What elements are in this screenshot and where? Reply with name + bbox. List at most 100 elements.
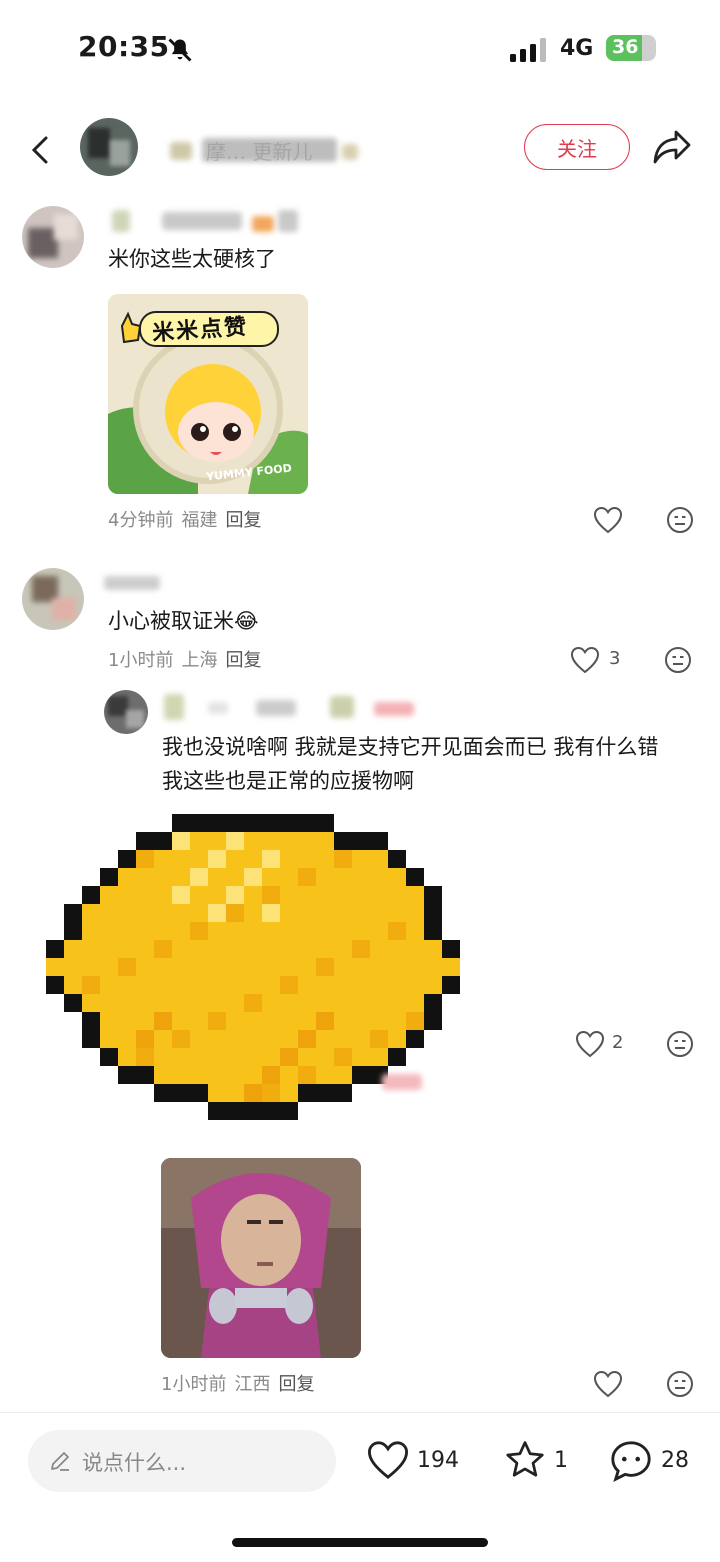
follow-button[interactable]: 关注 [524, 124, 630, 170]
home-indicator[interactable] [232, 1538, 488, 1547]
lemon-pixel [118, 904, 136, 922]
lemon-pixel [298, 1030, 316, 1048]
lemon-pixel [370, 1012, 388, 1030]
lemon-pixel [424, 994, 442, 1012]
like-count: 2 [612, 1032, 624, 1053]
lemon-pixel [406, 958, 424, 976]
lemon-pixel [136, 940, 154, 958]
lemon-pixel [190, 850, 208, 868]
lemon-pixel [244, 1048, 262, 1066]
lemon-pixel [208, 850, 226, 868]
meme-image[interactable] [161, 1158, 361, 1358]
dislike-icon[interactable] [666, 506, 694, 538]
commenter-avatar[interactable] [22, 568, 84, 630]
lemon-pixel [190, 1084, 208, 1102]
dislike-icon[interactable] [666, 1030, 694, 1062]
lemon-pixel [280, 1084, 298, 1102]
lemon-pixel [406, 1012, 424, 1030]
lemon-pixel [82, 940, 100, 958]
dislike-icon[interactable] [664, 646, 692, 678]
lemon-pixel [280, 994, 298, 1012]
lemon-pixel [46, 940, 64, 958]
lemon-pixel [406, 904, 424, 922]
comment-location: 江西 [234, 1374, 271, 1395]
lemon-pixel [208, 814, 226, 832]
lemon-pixel [316, 940, 334, 958]
lemon-pixel [262, 1030, 280, 1048]
lemon-pixel [208, 994, 226, 1012]
lemon-pixel [190, 994, 208, 1012]
lemon-pixel [388, 850, 406, 868]
lemon-pixel [388, 940, 406, 958]
signal-icon [510, 38, 548, 66]
lemon-pixel [208, 868, 226, 886]
lemon-pixel [172, 994, 190, 1012]
back-icon[interactable] [28, 132, 52, 173]
lemon-pixel [190, 922, 208, 940]
commenter-name-blurred[interactable] [112, 208, 302, 234]
lemon-pixel [118, 850, 136, 868]
lemon-pixel [316, 994, 334, 1012]
author-avatar[interactable] [80, 118, 138, 176]
like-icon[interactable] [575, 1030, 605, 1062]
replier-avatar[interactable] [104, 690, 148, 734]
lemon-pixel [82, 886, 100, 904]
lemon-pixel [118, 994, 136, 1012]
lemon-pixel [118, 940, 136, 958]
comment-icon[interactable] [608, 1438, 654, 1488]
author-name-blurred[interactable]: 摩… 更新儿 [170, 134, 360, 164]
replier-name-blurred[interactable] [160, 692, 430, 722]
reply-button[interactable]: 回复 [225, 510, 261, 531]
reply-button[interactable]: 回复 [225, 650, 261, 671]
lemon-pixel [280, 1030, 298, 1048]
lemon-pixel [226, 1012, 244, 1030]
lemon-pixel [244, 1102, 262, 1120]
dislike-icon[interactable] [666, 1370, 694, 1402]
comment-meta: 1小时前 上海 回复 [108, 646, 269, 672]
lemon-pixel [298, 868, 316, 886]
lemon-pixel [244, 814, 262, 832]
lemon-pixel [388, 868, 406, 886]
lemon-pixel [226, 922, 244, 940]
lemon-pixel [424, 922, 442, 940]
like-icon[interactable] [593, 506, 623, 538]
lemon-pixel [262, 850, 280, 868]
lemon-pixel [118, 868, 136, 886]
lemon-pixel [226, 1066, 244, 1084]
lemon-pixel [352, 922, 370, 940]
lemon-pixel [334, 1030, 352, 1048]
lemon-pixel [136, 868, 154, 886]
reply-button[interactable]: 回复 [278, 1374, 314, 1395]
lemon-pixel [226, 1102, 244, 1120]
like-icon[interactable] [570, 646, 600, 678]
lemon-pixel [154, 868, 172, 886]
lemon-pixel [244, 922, 262, 940]
lemon-pixel [370, 886, 388, 904]
lemon-pixel [226, 868, 244, 886]
comment-meta: 1小时前 江西 回复 [161, 1370, 322, 1396]
lemon-pixel [190, 940, 208, 958]
lemon-pixel [316, 904, 334, 922]
lemon-pixel [406, 868, 424, 886]
share-icon[interactable] [652, 128, 692, 170]
like-icon[interactable] [593, 1370, 623, 1402]
commenter-name-blurred[interactable] [104, 574, 174, 592]
sticker-image[interactable]: 米米点赞 YUMMY FOOD [108, 294, 308, 494]
lemon-pixel [244, 1012, 262, 1030]
comment-input-placeholder[interactable]: 说点什么... [82, 1447, 186, 1477]
like-icon[interactable] [366, 1440, 410, 1484]
replier-name-blurred [382, 1074, 422, 1090]
commenter-avatar[interactable] [22, 206, 84, 268]
lemon-pixel [226, 904, 244, 922]
lemon-pixel [226, 814, 244, 832]
lemon-pixel [334, 850, 352, 868]
lemon-pixel [424, 976, 442, 994]
lemon-pixel [262, 976, 280, 994]
comment-time: 1小时前 [161, 1374, 227, 1395]
lemon-pixel [244, 850, 262, 868]
lemon-pixel [190, 1048, 208, 1066]
star-icon[interactable] [502, 1438, 548, 1486]
lemon-pixel [226, 832, 244, 850]
lemon-pixel [100, 958, 118, 976]
lemon-pixel [316, 958, 334, 976]
